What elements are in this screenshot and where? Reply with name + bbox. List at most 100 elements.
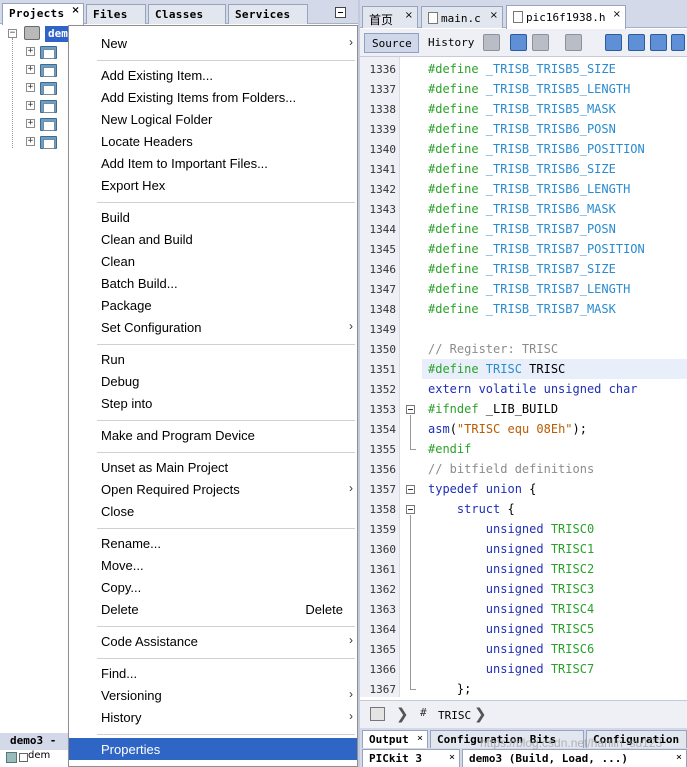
code-line[interactable]: #define _TRISB_TRISB6_POSITION — [428, 139, 645, 159]
code-line[interactable]: #define _TRISB_TRISB6_MASK — [428, 199, 616, 219]
expand-icon[interactable]: + — [26, 47, 35, 56]
breadcrumb-label[interactable]: TRISC — [438, 709, 471, 722]
tab-main-c[interactable]: main.c × — [421, 6, 503, 28]
menu-item-history[interactable]: History › — [69, 706, 357, 728]
code-line[interactable]: extern volatile unsigned char — [428, 379, 638, 399]
menu-item-clean-and-build[interactable]: Clean and Build — [69, 228, 357, 250]
menu-item-properties[interactable]: Properties — [69, 738, 357, 760]
menu-item-open-required-projects[interactable]: Open Required Projects › — [69, 478, 357, 500]
expand-icon[interactable]: + — [26, 137, 35, 146]
menu-item-versioning[interactable]: Versioning › — [69, 684, 357, 706]
code-area[interactable]: #define _TRISB_TRISB5_SIZE #define _TRISB… — [422, 57, 687, 697]
menu-item-rename[interactable]: Rename... — [69, 532, 357, 554]
menu-item-build[interactable]: Build — [69, 206, 357, 228]
close-icon[interactable]: × — [676, 752, 682, 763]
expand-icon[interactable]: + — [26, 83, 35, 92]
tab-build-load[interactable]: demo3 (Build, Load, ...) × — [462, 749, 687, 767]
code-line[interactable]: #define _TRISB_TRISB6_SIZE — [428, 159, 616, 179]
search-icon[interactable] — [605, 34, 622, 51]
minimize-icon[interactable] — [335, 7, 346, 18]
tab-output[interactable]: Output × — [362, 730, 428, 748]
menu-item-unset-as-main-project[interactable]: Unset as Main Project — [69, 456, 357, 478]
menu-item-code-assistance[interactable]: Code Assistance › — [69, 630, 357, 652]
source-tab[interactable]: Source — [364, 33, 419, 53]
menu-item-package[interactable]: Package — [69, 294, 357, 316]
code-line[interactable]: // Register: TRISC — [428, 339, 558, 359]
close-icon[interactable]: × — [417, 733, 423, 744]
menu-item-step-into[interactable]: Step into — [69, 392, 357, 414]
close-icon[interactable]: × — [405, 10, 413, 21]
fold-collapse-icon[interactable] — [406, 505, 415, 514]
code-line[interactable]: unsigned TRISC1 — [428, 539, 594, 559]
code-line[interactable]: #define _TRISB_TRISB5_LENGTH — [428, 79, 630, 99]
expand-icon[interactable]: + — [26, 119, 35, 128]
tab-files[interactable]: Files — [86, 4, 146, 24]
tab-pic16f1938-h[interactable]: pic16f1938.h × — [506, 5, 626, 29]
code-line[interactable]: unsigned TRISC7 — [428, 659, 594, 679]
menu-item-add-existing-items-from-folders[interactable]: Add Existing Items from Folders... — [69, 86, 357, 108]
code-line[interactable]: unsigned TRISC4 — [428, 599, 594, 619]
collapse-icon[interactable]: − — [8, 29, 17, 38]
menu-item-batch-build[interactable]: Batch Build... — [69, 272, 357, 294]
tab-projects[interactable]: Projects × — [2, 3, 84, 25]
code-line[interactable]: unsigned TRISC5 — [428, 619, 594, 639]
code-line[interactable]: typedef union { — [428, 479, 536, 499]
expand-icon[interactable]: + — [26, 101, 35, 110]
code-line[interactable]: unsigned TRISC2 — [428, 559, 594, 579]
menu-item-clean[interactable]: Clean — [69, 250, 357, 272]
tab-navigator[interactable]: demo3 - — [2, 734, 56, 750]
tab-classes[interactable]: Classes — [148, 4, 226, 24]
code-line[interactable]: #define _TRISB_TRISB6_POSN — [428, 119, 616, 139]
menu-item-copy[interactable]: Copy... — [69, 576, 357, 598]
close-icon[interactable]: × — [71, 5, 80, 16]
code-line[interactable]: #define _TRISB_TRISB5_MASK — [428, 99, 616, 119]
menu-item-run[interactable]: Run — [69, 348, 357, 370]
history-tab[interactable]: History — [422, 33, 474, 53]
menu-item-locate-headers[interactable]: Locate Headers — [69, 130, 357, 152]
menu-item-new[interactable]: New › — [69, 32, 357, 54]
close-icon[interactable]: × — [490, 10, 498, 21]
code-line[interactable]: // bitfield definitions — [428, 459, 594, 479]
tree-folder[interactable]: + — [26, 80, 70, 96]
menu-item-export-hex[interactable]: Export Hex — [69, 174, 357, 196]
menu-item-move[interactable]: Move... — [69, 554, 357, 576]
code-line[interactable]: unsigned TRISC0 — [428, 519, 594, 539]
tree-folder[interactable]: + — [26, 116, 70, 132]
code-line[interactable]: #ifndef _LIB_BUILD — [428, 399, 558, 419]
back-dropdown-icon[interactable] — [532, 34, 549, 51]
code-line[interactable]: #define _TRISB_TRISB7_POSN — [428, 219, 616, 239]
code-line[interactable]: #define _TRISB_TRISB6_LENGTH — [428, 179, 630, 199]
menu-item-add-existing-item[interactable]: Add Existing Item... — [69, 64, 357, 86]
menu-item-close[interactable]: Close — [69, 500, 357, 522]
code-line[interactable]: #define _TRISB_TRISB7_LENGTH — [428, 279, 630, 299]
code-line[interactable]: #define _TRISB_TRISB5_SIZE — [428, 59, 616, 79]
code-line[interactable]: struct { — [428, 499, 515, 519]
code-line[interactable]: #define TRISC TRISC — [428, 359, 565, 379]
tab-pickit3[interactable]: PICkit 3 × — [362, 749, 460, 767]
toggle-highlight-icon[interactable] — [671, 34, 685, 51]
menu-item-find[interactable]: Find... — [69, 662, 357, 684]
forward-icon[interactable] — [565, 34, 582, 51]
close-icon[interactable]: × — [613, 9, 621, 20]
code-line[interactable]: #endif — [428, 439, 471, 459]
code-line[interactable]: asm("TRISC equ 08Eh"); — [428, 419, 587, 439]
code-line[interactable]: #define _TRISB_TRISB7_MASK — [428, 299, 616, 319]
navigator-row[interactable]: dem — [0, 750, 70, 767]
last-edit-icon[interactable] — [483, 34, 500, 51]
fold-collapse-icon[interactable] — [406, 405, 415, 414]
code-line[interactable]: }; — [428, 679, 471, 697]
menu-item-make-and-program-device[interactable]: Make and Program Device — [69, 424, 357, 446]
code-line[interactable]: unsigned TRISC3 — [428, 579, 594, 599]
menu-item-debug[interactable]: Debug — [69, 370, 357, 392]
menu-item-add-item-to-important-files[interactable]: Add Item to Important Files... — [69, 152, 357, 174]
code-line[interactable]: #define _TRISB_TRISB7_SIZE — [428, 259, 616, 279]
file-icon[interactable] — [370, 707, 385, 721]
tree-folder[interactable]: + — [26, 44, 70, 60]
tab-services[interactable]: Services — [228, 4, 308, 24]
code-line[interactable]: #define _TRISB_TRISB7_POSITION — [428, 239, 645, 259]
tree-folder[interactable]: + — [26, 62, 70, 78]
tree-folder[interactable]: + — [26, 134, 70, 150]
menu-item-new-logical-folder[interactable]: New Logical Folder — [69, 108, 357, 130]
expand-icon[interactable]: + — [26, 65, 35, 74]
menu-item-delete[interactable]: Delete Delete — [69, 598, 357, 620]
